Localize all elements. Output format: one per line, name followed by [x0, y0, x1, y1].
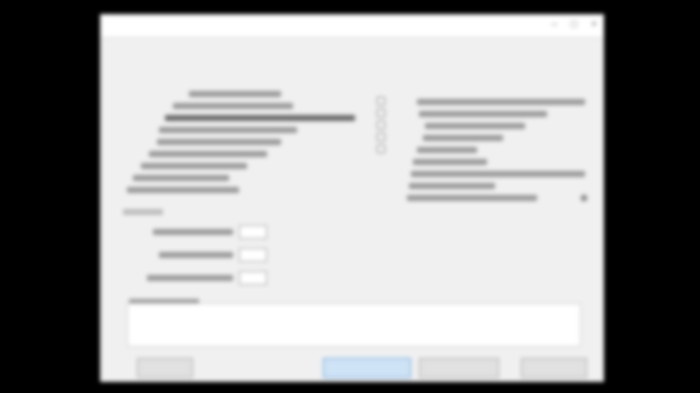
right-text-line	[407, 195, 537, 201]
help-button[interactable]	[137, 358, 193, 378]
left-text-line	[189, 91, 281, 97]
right-text-line	[425, 123, 525, 129]
right-text-line	[413, 159, 487, 165]
value-field-3[interactable]	[239, 271, 267, 285]
option-checkbox[interactable]	[377, 121, 385, 129]
option-checkbox[interactable]	[377, 97, 385, 105]
field-label	[159, 252, 233, 258]
scroll-arrow-icon[interactable]	[581, 195, 587, 201]
right-text-line	[417, 99, 585, 105]
minimize-icon[interactable]: –	[552, 19, 558, 30]
value-field-2[interactable]	[239, 248, 267, 262]
field-label	[147, 275, 233, 281]
right-text-line	[419, 111, 547, 117]
left-text-line	[157, 139, 281, 145]
maximize-icon[interactable]: □	[571, 19, 577, 30]
notes-textarea[interactable]	[127, 303, 581, 347]
option-checkbox[interactable]	[377, 109, 385, 117]
window-controls: – □ ×	[552, 19, 597, 30]
close-icon[interactable]: ×	[591, 19, 597, 30]
apply-button[interactable]	[521, 358, 587, 378]
right-text-line	[409, 183, 495, 189]
option-checkbox[interactable]	[377, 145, 385, 153]
left-text-line	[173, 103, 293, 109]
dialog-window: – □ ×	[100, 14, 604, 382]
option-checkbox[interactable]	[377, 133, 385, 141]
left-text-line	[165, 115, 355, 121]
field-label	[153, 229, 233, 235]
left-text-line	[141, 163, 247, 169]
cancel-button[interactable]	[419, 358, 499, 378]
left-text-line	[127, 187, 239, 193]
right-text-line	[411, 171, 585, 177]
title-bar: – □ ×	[101, 15, 603, 38]
value-field-1[interactable]	[239, 225, 267, 239]
ok-button[interactable]	[323, 358, 411, 378]
left-text-line	[149, 151, 267, 157]
right-text-line	[423, 135, 503, 141]
left-text-line	[159, 127, 297, 133]
right-text-line	[417, 147, 477, 153]
section-label	[123, 209, 163, 215]
left-text-line	[133, 175, 229, 181]
